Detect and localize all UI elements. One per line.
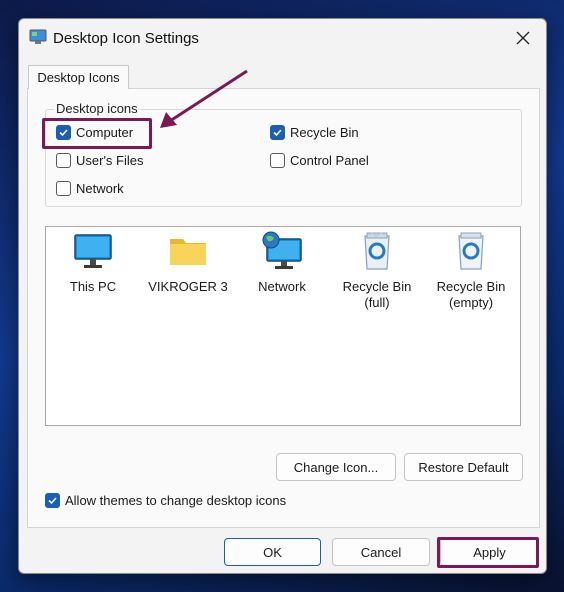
- tab-label: Desktop Icons: [37, 70, 120, 85]
- tab-desktop-icons[interactable]: Desktop Icons: [28, 65, 129, 89]
